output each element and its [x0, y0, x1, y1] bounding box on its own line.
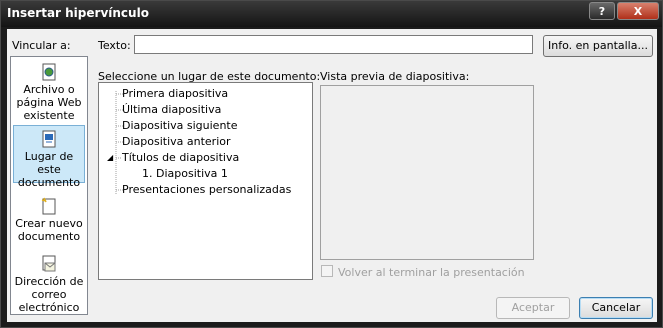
slide-preview-area: [320, 85, 534, 260]
text-field-label: Texto:: [98, 39, 131, 52]
new-document-icon: [41, 197, 56, 215]
link-email-address[interactable]: Dirección de correo electrónico: [13, 255, 85, 314]
return-after-show-checkbox[interactable]: [321, 265, 333, 277]
tree-expander-icon[interactable]: ◢: [107, 151, 113, 164]
file-web-icon: [42, 63, 56, 81]
link-place-in-document[interactable]: Lugar de este documento: [13, 125, 85, 189]
document-place-tree[interactable]: Primera diapositiva Última diapositiva D…: [98, 82, 313, 280]
help-button[interactable]: ?: [589, 2, 615, 20]
dialog-body: Vincular a: Archivo o página Web existen…: [7, 29, 657, 322]
screentip-button[interactable]: Info. en pantalla...: [543, 35, 653, 57]
document-place-icon: [42, 130, 56, 148]
close-button[interactable]: X: [617, 2, 659, 20]
text-field[interactable]: [134, 35, 533, 54]
tree-item-slide-titles[interactable]: Títulos de diapositiva: [122, 151, 239, 164]
tree-item-previous-slide[interactable]: Diapositiva anterior: [122, 135, 231, 148]
email-icon: [42, 255, 56, 272]
dialog-title: Insertar hipervínculo: [7, 6, 149, 20]
ok-button[interactable]: Aceptar: [496, 297, 570, 319]
title-bar: Insertar hipervínculo ? X: [1, 1, 662, 27]
link-email-address-label: Dirección de correo electrónico: [14, 275, 84, 314]
tree-item-slide-1[interactable]: 1. Diapositiva 1: [142, 167, 228, 180]
return-after-show-label: Volver al terminar la presentación: [338, 266, 525, 279]
slide-preview-label: Vista previa de diapositiva:: [320, 70, 470, 83]
link-to-bar: Archivo o página Web existente Lugar de …: [10, 56, 88, 315]
tree-item-next-slide[interactable]: Diapositiva siguiente: [122, 119, 238, 132]
tree-item-first-slide[interactable]: Primera diapositiva: [122, 87, 228, 100]
tree-item-last-slide[interactable]: Última diapositiva: [122, 103, 221, 116]
cancel-button[interactable]: Cancelar: [579, 297, 653, 319]
link-new-document[interactable]: Crear nuevo documento: [13, 197, 85, 249]
link-existing-file-web-label: Archivo o página Web existente: [16, 83, 82, 122]
link-new-document-label: Crear nuevo documento: [15, 217, 83, 243]
link-place-in-document-label: Lugar de este documento: [17, 150, 81, 189]
link-to-label: Vincular a:: [12, 39, 71, 52]
tree-item-custom-shows[interactable]: Presentaciones personalizadas: [122, 183, 291, 196]
link-existing-file-web[interactable]: Archivo o página Web existente: [13, 63, 85, 122]
insert-hyperlink-dialog: Insertar hipervínculo ? X Vincular a: Ar…: [0, 0, 663, 328]
